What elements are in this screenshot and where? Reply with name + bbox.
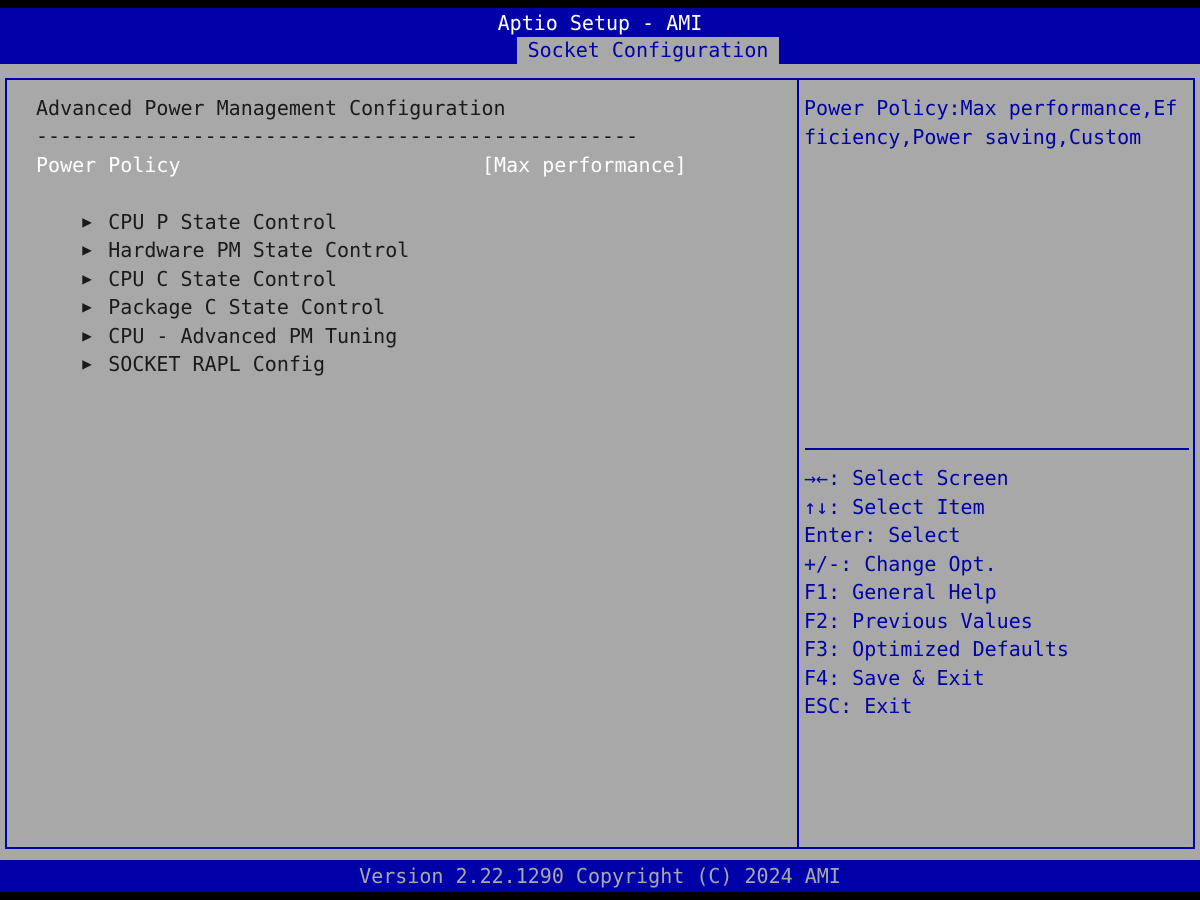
key-hint-f1: F1: General Help xyxy=(804,580,997,604)
power-policy-value[interactable]: [Max performance] xyxy=(482,151,687,179)
app-title: Aptio Setup - AMI xyxy=(497,11,703,35)
right-triangle-icon: ▶ xyxy=(82,354,92,373)
header-bar: Aptio Setup - AMI Socket Configuration xyxy=(0,8,1200,64)
tab-socket-configuration[interactable]: Socket Configuration xyxy=(517,37,779,64)
submenu-package-c-state-control[interactable]: ▶ Package C State Control xyxy=(10,265,385,319)
submenu-cpu-advanced-pm-tuning[interactable]: ▶ CPU - Advanced PM Tuning xyxy=(10,294,397,348)
help-divider xyxy=(805,448,1189,450)
key-hint-change-opt: +/-: Change Opt. xyxy=(804,552,997,576)
section-separator: ----------------------------------------… xyxy=(36,124,639,148)
submenu-label: SOCKET RAPL Config xyxy=(108,352,325,376)
key-hint-select-screen: →←: Select Screen xyxy=(804,466,1009,490)
submenu-cpu-c-state-control[interactable]: ▶ CPU C State Control xyxy=(10,237,337,291)
footer-bar: Version 2.22.1290 Copyright (C) 2024 AMI xyxy=(0,860,1200,892)
section-title: Advanced Power Management Configuration xyxy=(36,96,506,120)
submenu-socket-rapl-config[interactable]: ▶ SOCKET RAPL Config xyxy=(10,322,325,376)
key-hint-esc: ESC: Exit xyxy=(804,694,913,718)
key-hint-f2: F2: Previous Values xyxy=(804,609,1033,633)
key-hint-enter: Enter: Select xyxy=(804,523,961,547)
key-hint-select-item: ↑↓: Select Item xyxy=(804,495,985,519)
key-hint-f4: F4: Save & Exit xyxy=(804,666,985,690)
power-policy-label[interactable]: Power Policy xyxy=(36,151,181,179)
bios-screen: Aptio Setup - AMI Socket Configuration A… xyxy=(0,0,1200,900)
submenu-hardware-pm-state-control[interactable]: ▶ Hardware PM State Control xyxy=(10,208,409,262)
key-hint-f3: F3: Optimized Defaults xyxy=(804,637,1069,661)
content-area: Advanced Power Management Configuration … xyxy=(0,64,1200,860)
help-description: Power Policy:Max performance,Efficiency,… xyxy=(804,96,1178,149)
submenu-cpu-p-state-control[interactable]: ▶ CPU P State Control xyxy=(10,180,337,234)
version-text: Version 2.22.1290 Copyright (C) 2024 AMI xyxy=(359,864,841,888)
